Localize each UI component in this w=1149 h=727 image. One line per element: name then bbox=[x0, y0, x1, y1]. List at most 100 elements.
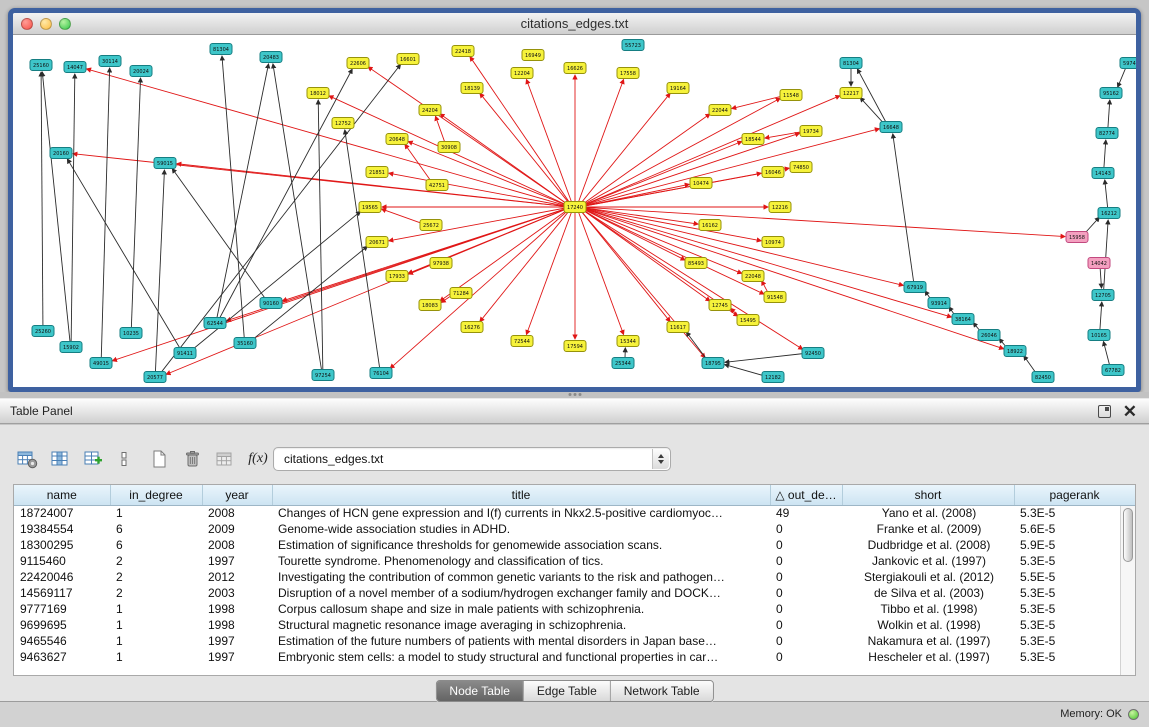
graph-node[interactable]: 18139 bbox=[461, 83, 483, 94]
graph-node[interactable]: 19734 bbox=[800, 126, 822, 137]
graph-node[interactable]: 62544 bbox=[204, 318, 226, 329]
graph-node[interactable]: 16601 bbox=[397, 54, 419, 65]
graph-node[interactable]: 19565 bbox=[359, 202, 381, 213]
table-row[interactable]: 946362711997Embryonic stem cells: a mode… bbox=[14, 649, 1135, 665]
tab-edge-table[interactable]: Edge Table bbox=[524, 681, 611, 701]
table-vertical-scrollbar[interactable] bbox=[1120, 506, 1135, 675]
graph-node[interactable]: 95162 bbox=[1100, 88, 1122, 99]
graph-node[interactable]: 82774 bbox=[1096, 128, 1118, 139]
column-header-year[interactable]: year bbox=[202, 485, 272, 505]
graph-node[interactable]: 82450 bbox=[1032, 372, 1054, 383]
table-row[interactable]: 1830029562008Estimation of significance … bbox=[14, 537, 1135, 553]
graph-node[interactable]: 20160 bbox=[50, 148, 72, 159]
close-panel-icon[interactable]: ✕ bbox=[1123, 405, 1137, 418]
function-builder-button[interactable]: f(x) bbox=[243, 446, 273, 473]
graph-node[interactable]: 20024 bbox=[130, 66, 152, 77]
graph-node[interactable]: 22418 bbox=[452, 46, 474, 57]
graph-node[interactable]: 24204 bbox=[419, 105, 441, 116]
graph-node[interactable]: 76104 bbox=[370, 368, 392, 379]
graph-node[interactable]: 20483 bbox=[260, 52, 282, 63]
graph-node[interactable]: 30114 bbox=[99, 56, 121, 67]
column-header-in_degree[interactable]: in_degree bbox=[110, 485, 202, 505]
column-header-title[interactable]: title bbox=[272, 485, 770, 505]
graph-node[interactable]: 38164 bbox=[952, 314, 974, 325]
graph-node[interactable]: 22048 bbox=[742, 271, 764, 282]
tab-node-table[interactable]: Node Table bbox=[436, 681, 524, 701]
graph-node[interactable]: 10974 bbox=[762, 237, 784, 248]
graph-node[interactable]: 81304 bbox=[210, 44, 232, 55]
graph-node[interactable]: 92450 bbox=[802, 348, 824, 359]
graph-node[interactable]: 16648 bbox=[880, 122, 902, 133]
graph-node[interactable]: 25260 bbox=[32, 326, 54, 337]
graph-node[interactable]: 71284 bbox=[450, 288, 472, 299]
graph-node[interactable]: 49015 bbox=[90, 358, 112, 369]
graph-node[interactable]: 17933 bbox=[386, 271, 408, 282]
graph-node[interactable]: 20648 bbox=[386, 134, 408, 145]
graph-node[interactable]: 12216 bbox=[769, 202, 791, 213]
show-columns-button[interactable] bbox=[45, 446, 75, 473]
graph-node[interactable]: 18083 bbox=[419, 300, 441, 311]
network-window-titlebar[interactable]: citations_edges.txt bbox=[13, 13, 1136, 35]
graph-node[interactable]: 14143 bbox=[1092, 168, 1114, 179]
table-row[interactable]: 977716911998Corpus callosum shape and si… bbox=[14, 601, 1135, 617]
graph-node[interactable]: 16046 bbox=[762, 167, 784, 178]
graph-node[interactable]: 12217 bbox=[840, 88, 862, 99]
graph-node[interactable]: 10235 bbox=[120, 328, 142, 339]
delete-table-button[interactable] bbox=[177, 446, 207, 473]
table-source-select[interactable]: citations_edges.txt bbox=[273, 447, 671, 471]
table-row[interactable]: 1938455462009Genome-wide association stu… bbox=[14, 521, 1135, 537]
graph-node[interactable]: 17594 bbox=[564, 341, 586, 352]
graph-node[interactable]: 16162 bbox=[699, 220, 721, 231]
graph-node[interactable]: 15344 bbox=[617, 336, 639, 347]
graph-node[interactable]: 25672 bbox=[420, 220, 442, 231]
graph-node[interactable]: 25344 bbox=[612, 358, 634, 369]
graph-node[interactable]: 10165 bbox=[1088, 330, 1110, 341]
column-header-out_degree[interactable]: △ out_de… bbox=[770, 485, 842, 505]
panel-resize-handle[interactable] bbox=[568, 393, 581, 396]
graph-node[interactable]: 14047 bbox=[64, 62, 86, 73]
row-height-button[interactable] bbox=[111, 446, 141, 473]
graph-node[interactable]: 22606 bbox=[347, 58, 369, 69]
scrollbar-thumb[interactable] bbox=[1123, 508, 1133, 562]
graph-node[interactable]: 67919 bbox=[904, 282, 926, 293]
table-row[interactable]: 969969511998Structural magnetic resonanc… bbox=[14, 617, 1135, 633]
graph-node[interactable]: 17558 bbox=[617, 68, 639, 79]
column-header-short[interactable]: short bbox=[842, 485, 1014, 505]
graph-node[interactable]: 25160 bbox=[30, 60, 52, 71]
graph-node[interactable]: 18544 bbox=[742, 134, 764, 145]
graph-node[interactable]: 59015 bbox=[154, 158, 176, 169]
graph-node[interactable]: 12705 bbox=[1092, 290, 1114, 301]
graph-node[interactable]: 97938 bbox=[430, 258, 452, 269]
graph-node[interactable]: 18012 bbox=[307, 88, 329, 99]
graph-node[interactable]: 10474 bbox=[690, 178, 712, 189]
graph-node[interactable]: 19164 bbox=[667, 83, 689, 94]
graph-node[interactable]: 18795 bbox=[702, 358, 724, 369]
graph-node[interactable]: 18922 bbox=[1004, 346, 1026, 357]
table-settings-button[interactable] bbox=[12, 446, 42, 473]
graph-node[interactable]: 22044 bbox=[709, 105, 731, 116]
graph-node[interactable]: 11617 bbox=[667, 322, 689, 333]
graph-node[interactable]: 16212 bbox=[1098, 208, 1120, 219]
graph-node[interactable]: 91548 bbox=[764, 292, 786, 303]
graph-node[interactable]: 16276 bbox=[461, 322, 483, 333]
graph-node[interactable]: 15495 bbox=[737, 315, 759, 326]
graph-node[interactable]: 16626 bbox=[564, 63, 586, 74]
graph-node[interactable]: 67782 bbox=[1102, 365, 1124, 376]
graph-node[interactable]: 35160 bbox=[234, 338, 256, 349]
graph-node[interactable]: 11548 bbox=[780, 90, 802, 101]
graph-node[interactable]: 14042 bbox=[1088, 258, 1110, 269]
graph-node[interactable]: 30908 bbox=[438, 142, 460, 153]
table-row[interactable]: 1872400712008Changes of HCN gene express… bbox=[14, 505, 1135, 521]
float-panel-icon[interactable] bbox=[1098, 405, 1111, 418]
graph-node[interactable]: 74850 bbox=[790, 162, 812, 173]
graph-node[interactable]: 21851 bbox=[366, 167, 388, 178]
table-row[interactable]: 2242004622012Investigating the contribut… bbox=[14, 569, 1135, 585]
graph-node[interactable]: 16949 bbox=[522, 50, 544, 61]
network-canvas[interactable]: 17240 12216 16046 18544 22044 19164 17558 16626… bbox=[13, 35, 1136, 391]
graph-node[interactable]: 17240 bbox=[564, 202, 586, 213]
column-header-pagerank[interactable]: pagerank bbox=[1014, 485, 1135, 505]
graph-node[interactable]: 55723 bbox=[622, 40, 644, 51]
graph-node[interactable]: 26046 bbox=[978, 330, 1000, 341]
graph-node[interactable]: 91411 bbox=[174, 348, 196, 359]
graph-node[interactable]: 93914 bbox=[928, 298, 950, 309]
